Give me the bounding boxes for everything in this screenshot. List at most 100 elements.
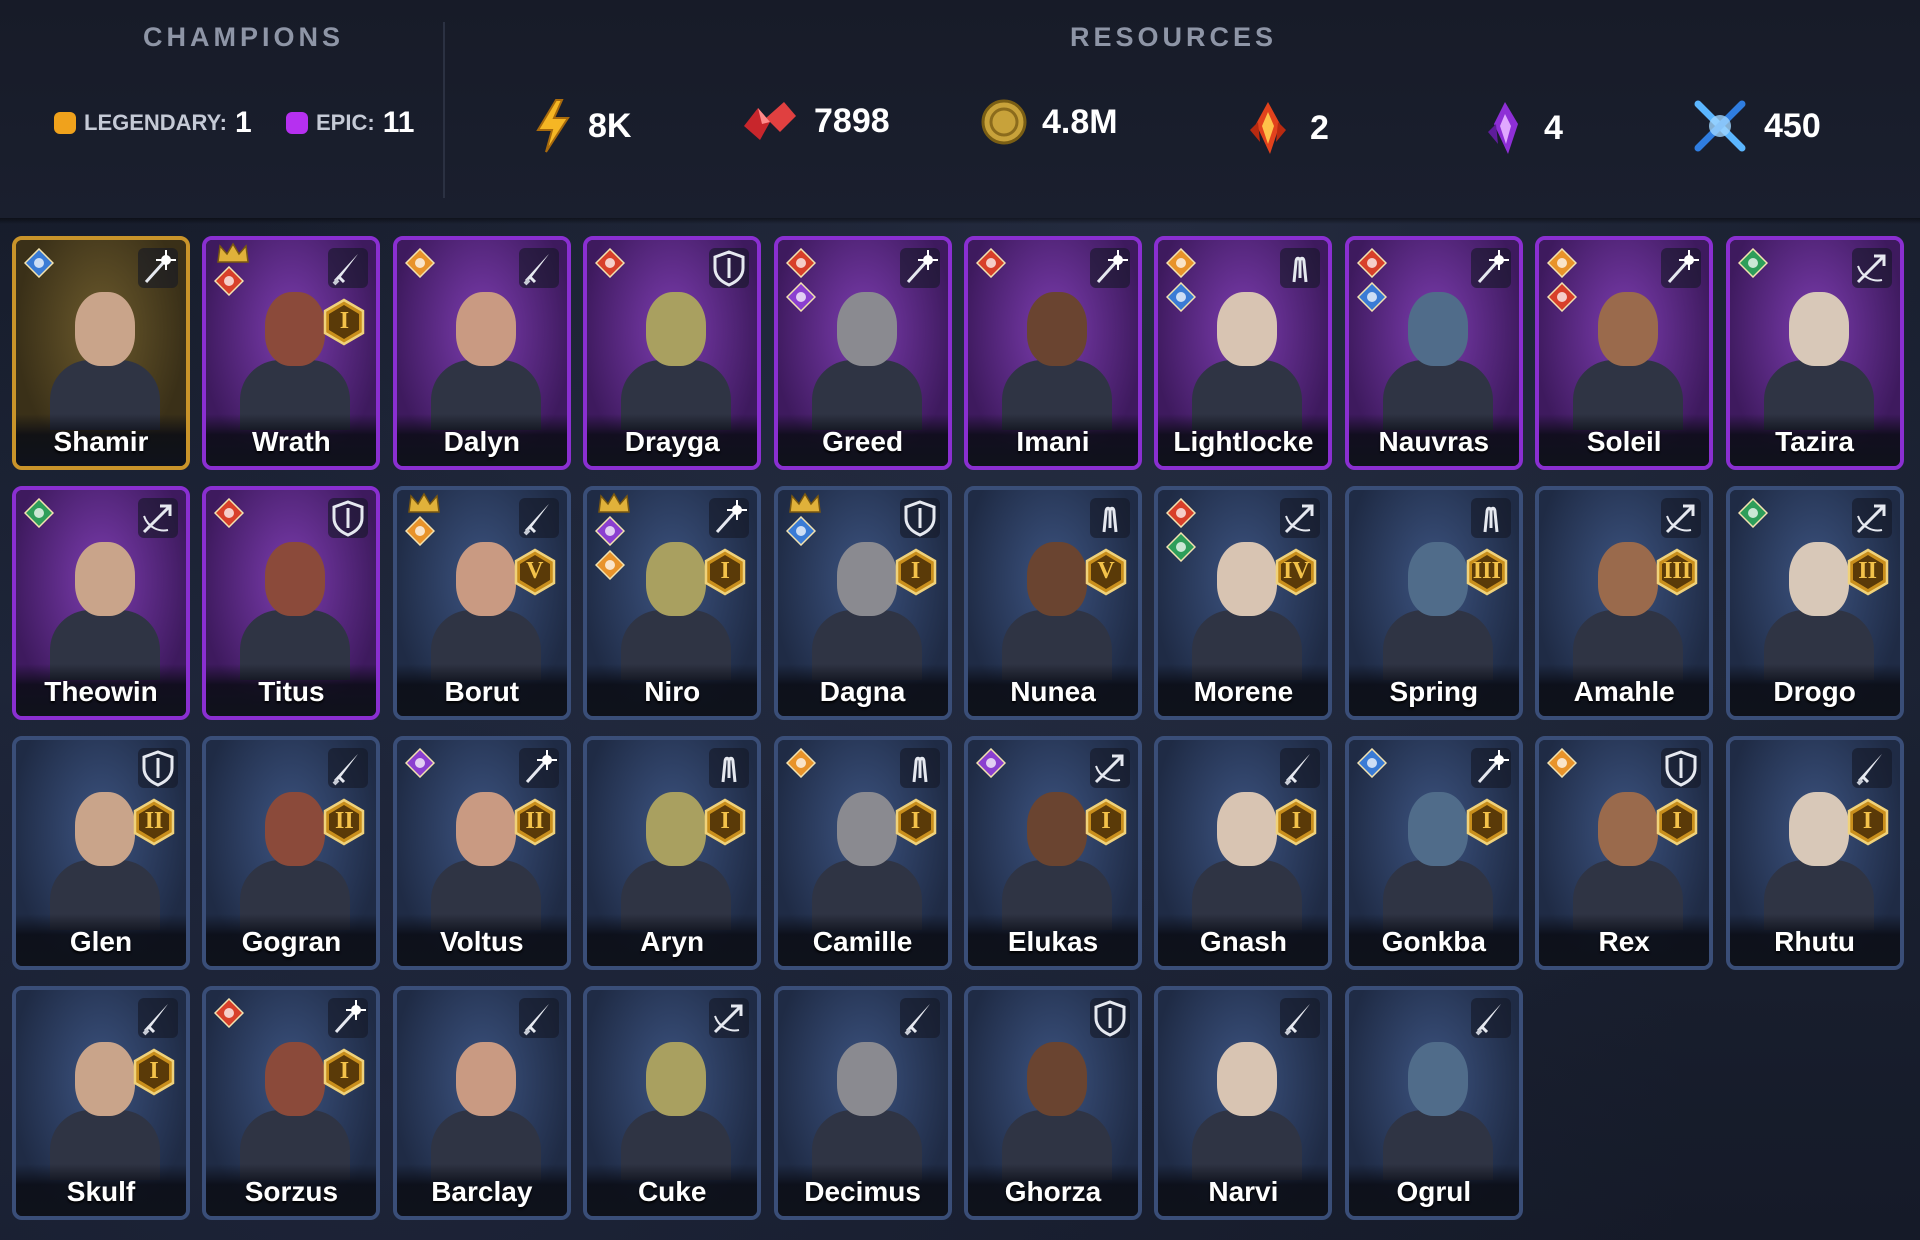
resource-arena-token[interactable]: 450 bbox=[1690, 98, 1821, 154]
champion-portrait bbox=[1573, 524, 1684, 680]
fire-affinity-icon bbox=[785, 248, 816, 278]
champion-card-gogran[interactable]: II Gogran bbox=[202, 736, 381, 970]
staff-icon bbox=[1661, 248, 1702, 288]
champion-portrait bbox=[430, 774, 541, 930]
champion-portrait bbox=[240, 1024, 351, 1180]
champion-card-glen[interactable]: II Glen bbox=[12, 736, 190, 970]
champion-name: Ghorza bbox=[1004, 1176, 1102, 1207]
crown-icon bbox=[598, 492, 631, 513]
rank-numeral: II bbox=[525, 808, 545, 834]
portrait-head bbox=[1407, 1042, 1468, 1116]
rank-numeral: V bbox=[1097, 558, 1115, 584]
champion-card-niro[interactable]: I Niro bbox=[583, 486, 762, 720]
champion-card-decimus[interactable]: Decimus bbox=[773, 986, 952, 1220]
champion-card-sorzus[interactable]: I Sorzus bbox=[202, 986, 381, 1220]
portrait-head bbox=[1217, 292, 1278, 366]
champion-card-theowin[interactable]: Theowin bbox=[12, 486, 190, 720]
staff-icon bbox=[899, 248, 940, 288]
champion-card-gnash[interactable]: I Gnash bbox=[1154, 736, 1333, 970]
portrait-head bbox=[1027, 542, 1087, 616]
champion-name: Skulf bbox=[66, 1176, 136, 1207]
champion-card-aryn[interactable]: I Aryn bbox=[583, 736, 762, 970]
champion-card-nauvras[interactable]: Nauvras bbox=[1344, 236, 1523, 470]
portrait-head bbox=[265, 1042, 326, 1116]
champion-card-dagna[interactable]: I Dagna bbox=[773, 486, 952, 720]
staff-icon bbox=[328, 998, 369, 1038]
champion-card-drogo[interactable]: II Drogo bbox=[1725, 486, 1904, 720]
champion-card-dalyn[interactable]: Dalyn bbox=[392, 236, 571, 470]
force-affinity-icon bbox=[404, 248, 435, 278]
champion-card-barclay[interactable]: Barclay bbox=[392, 986, 571, 1220]
header-divider bbox=[443, 22, 445, 198]
void-shard-value: 4 bbox=[1544, 108, 1563, 147]
champion-portrait bbox=[1573, 274, 1684, 430]
champion-card-drayga[interactable]: Drayga bbox=[583, 236, 762, 470]
champion-card-shamir[interactable]: Shamir bbox=[12, 236, 190, 470]
support-icon bbox=[1090, 498, 1130, 538]
champion-card-ogrul[interactable]: Ogrul bbox=[1344, 986, 1523, 1220]
champion-card-voltus[interactable]: II Voltus bbox=[392, 736, 571, 970]
portrait-head bbox=[75, 1042, 135, 1116]
shield-icon bbox=[899, 498, 940, 538]
legendary-count: LEGENDARY: 1 bbox=[54, 106, 252, 140]
champion-name: Tazira bbox=[1775, 426, 1855, 457]
champion-card-titus[interactable]: Titus bbox=[202, 486, 381, 720]
champion-card-nunea[interactable]: V Nunea bbox=[964, 486, 1142, 720]
champion-card-morene[interactable]: IV Morene bbox=[1154, 486, 1333, 720]
rank-badge: IV bbox=[1274, 548, 1318, 596]
rank-badge: II bbox=[1846, 548, 1890, 596]
champion-card-cuke[interactable]: Cuke bbox=[583, 986, 762, 1220]
champion-card-soleil[interactable]: Soleil bbox=[1535, 236, 1714, 470]
shield-icon bbox=[1090, 998, 1130, 1038]
resource-energy[interactable]: 8K bbox=[532, 98, 631, 154]
champion-card-lightlocke[interactable]: Lightlocke bbox=[1154, 236, 1333, 470]
portrait-head bbox=[455, 1042, 516, 1116]
champion-portrait bbox=[1382, 274, 1493, 430]
portrait-head bbox=[1788, 292, 1849, 366]
champion-card-narvi[interactable]: Narvi bbox=[1154, 986, 1333, 1220]
champion-card-elukas[interactable]: I Elukas bbox=[964, 736, 1142, 970]
rank-numeral: II bbox=[144, 808, 164, 834]
resource-gems[interactable]: 7898 bbox=[740, 98, 890, 144]
champion-portrait bbox=[1192, 774, 1303, 930]
champion-card-borut[interactable]: V Borut bbox=[392, 486, 571, 720]
rank-numeral: IV bbox=[1283, 558, 1310, 584]
resource-void-shard[interactable]: 4 bbox=[1480, 98, 1563, 158]
champion-portrait bbox=[1763, 524, 1874, 680]
rank-badge: I bbox=[894, 798, 938, 846]
champion-card-ghorza[interactable]: Ghorza bbox=[964, 986, 1142, 1220]
shield-icon bbox=[1661, 748, 1702, 788]
champion-name: Drogo bbox=[1773, 676, 1856, 707]
champion-card-spring[interactable]: III Spring bbox=[1344, 486, 1523, 720]
champion-name: Camille bbox=[812, 926, 913, 957]
portrait-head bbox=[1598, 292, 1659, 366]
champion-card-camille[interactable]: I Camille bbox=[773, 736, 952, 970]
champions-title: CHAMPIONS bbox=[143, 22, 345, 52]
champion-card-gonkba[interactable]: I Gonkba bbox=[1344, 736, 1523, 970]
fire-affinity-icon bbox=[595, 248, 626, 278]
champion-card-tazira[interactable]: Tazira bbox=[1725, 236, 1904, 470]
champion-name: Shamir bbox=[53, 426, 149, 457]
champion-name: Glen bbox=[69, 926, 133, 957]
champion-card-amahle[interactable]: III Amahle bbox=[1535, 486, 1714, 720]
champion-card-rhutu[interactable]: I Rhutu bbox=[1725, 736, 1904, 970]
force-affinity-icon bbox=[1166, 248, 1197, 278]
champion-portrait bbox=[240, 524, 351, 680]
resources-title: RESOURCES bbox=[1070, 22, 1278, 52]
legendary-label: LEGENDARY: bbox=[84, 110, 227, 135]
rank-numeral: I bbox=[339, 1058, 350, 1084]
champion-card-greed[interactable]: Greed bbox=[773, 236, 952, 470]
champion-card-wrath[interactable]: I Wrath bbox=[202, 236, 381, 470]
champion-name: Aryn bbox=[640, 926, 705, 957]
champion-name: Soleil bbox=[1586, 426, 1662, 457]
champion-card-rex[interactable]: I Rex bbox=[1535, 736, 1714, 970]
rank-numeral: I bbox=[910, 558, 921, 584]
champion-card-skulf[interactable]: I Skulf bbox=[12, 986, 190, 1220]
resource-silver[interactable]: 4.8M bbox=[980, 98, 1118, 146]
bow-icon bbox=[1851, 498, 1892, 538]
resource-fire-shard[interactable]: 2 bbox=[1240, 98, 1329, 158]
portrait-head bbox=[1217, 792, 1278, 866]
portrait-head bbox=[1407, 292, 1468, 366]
portrait-head bbox=[75, 792, 135, 866]
champion-card-imani[interactable]: Imani bbox=[964, 236, 1142, 470]
